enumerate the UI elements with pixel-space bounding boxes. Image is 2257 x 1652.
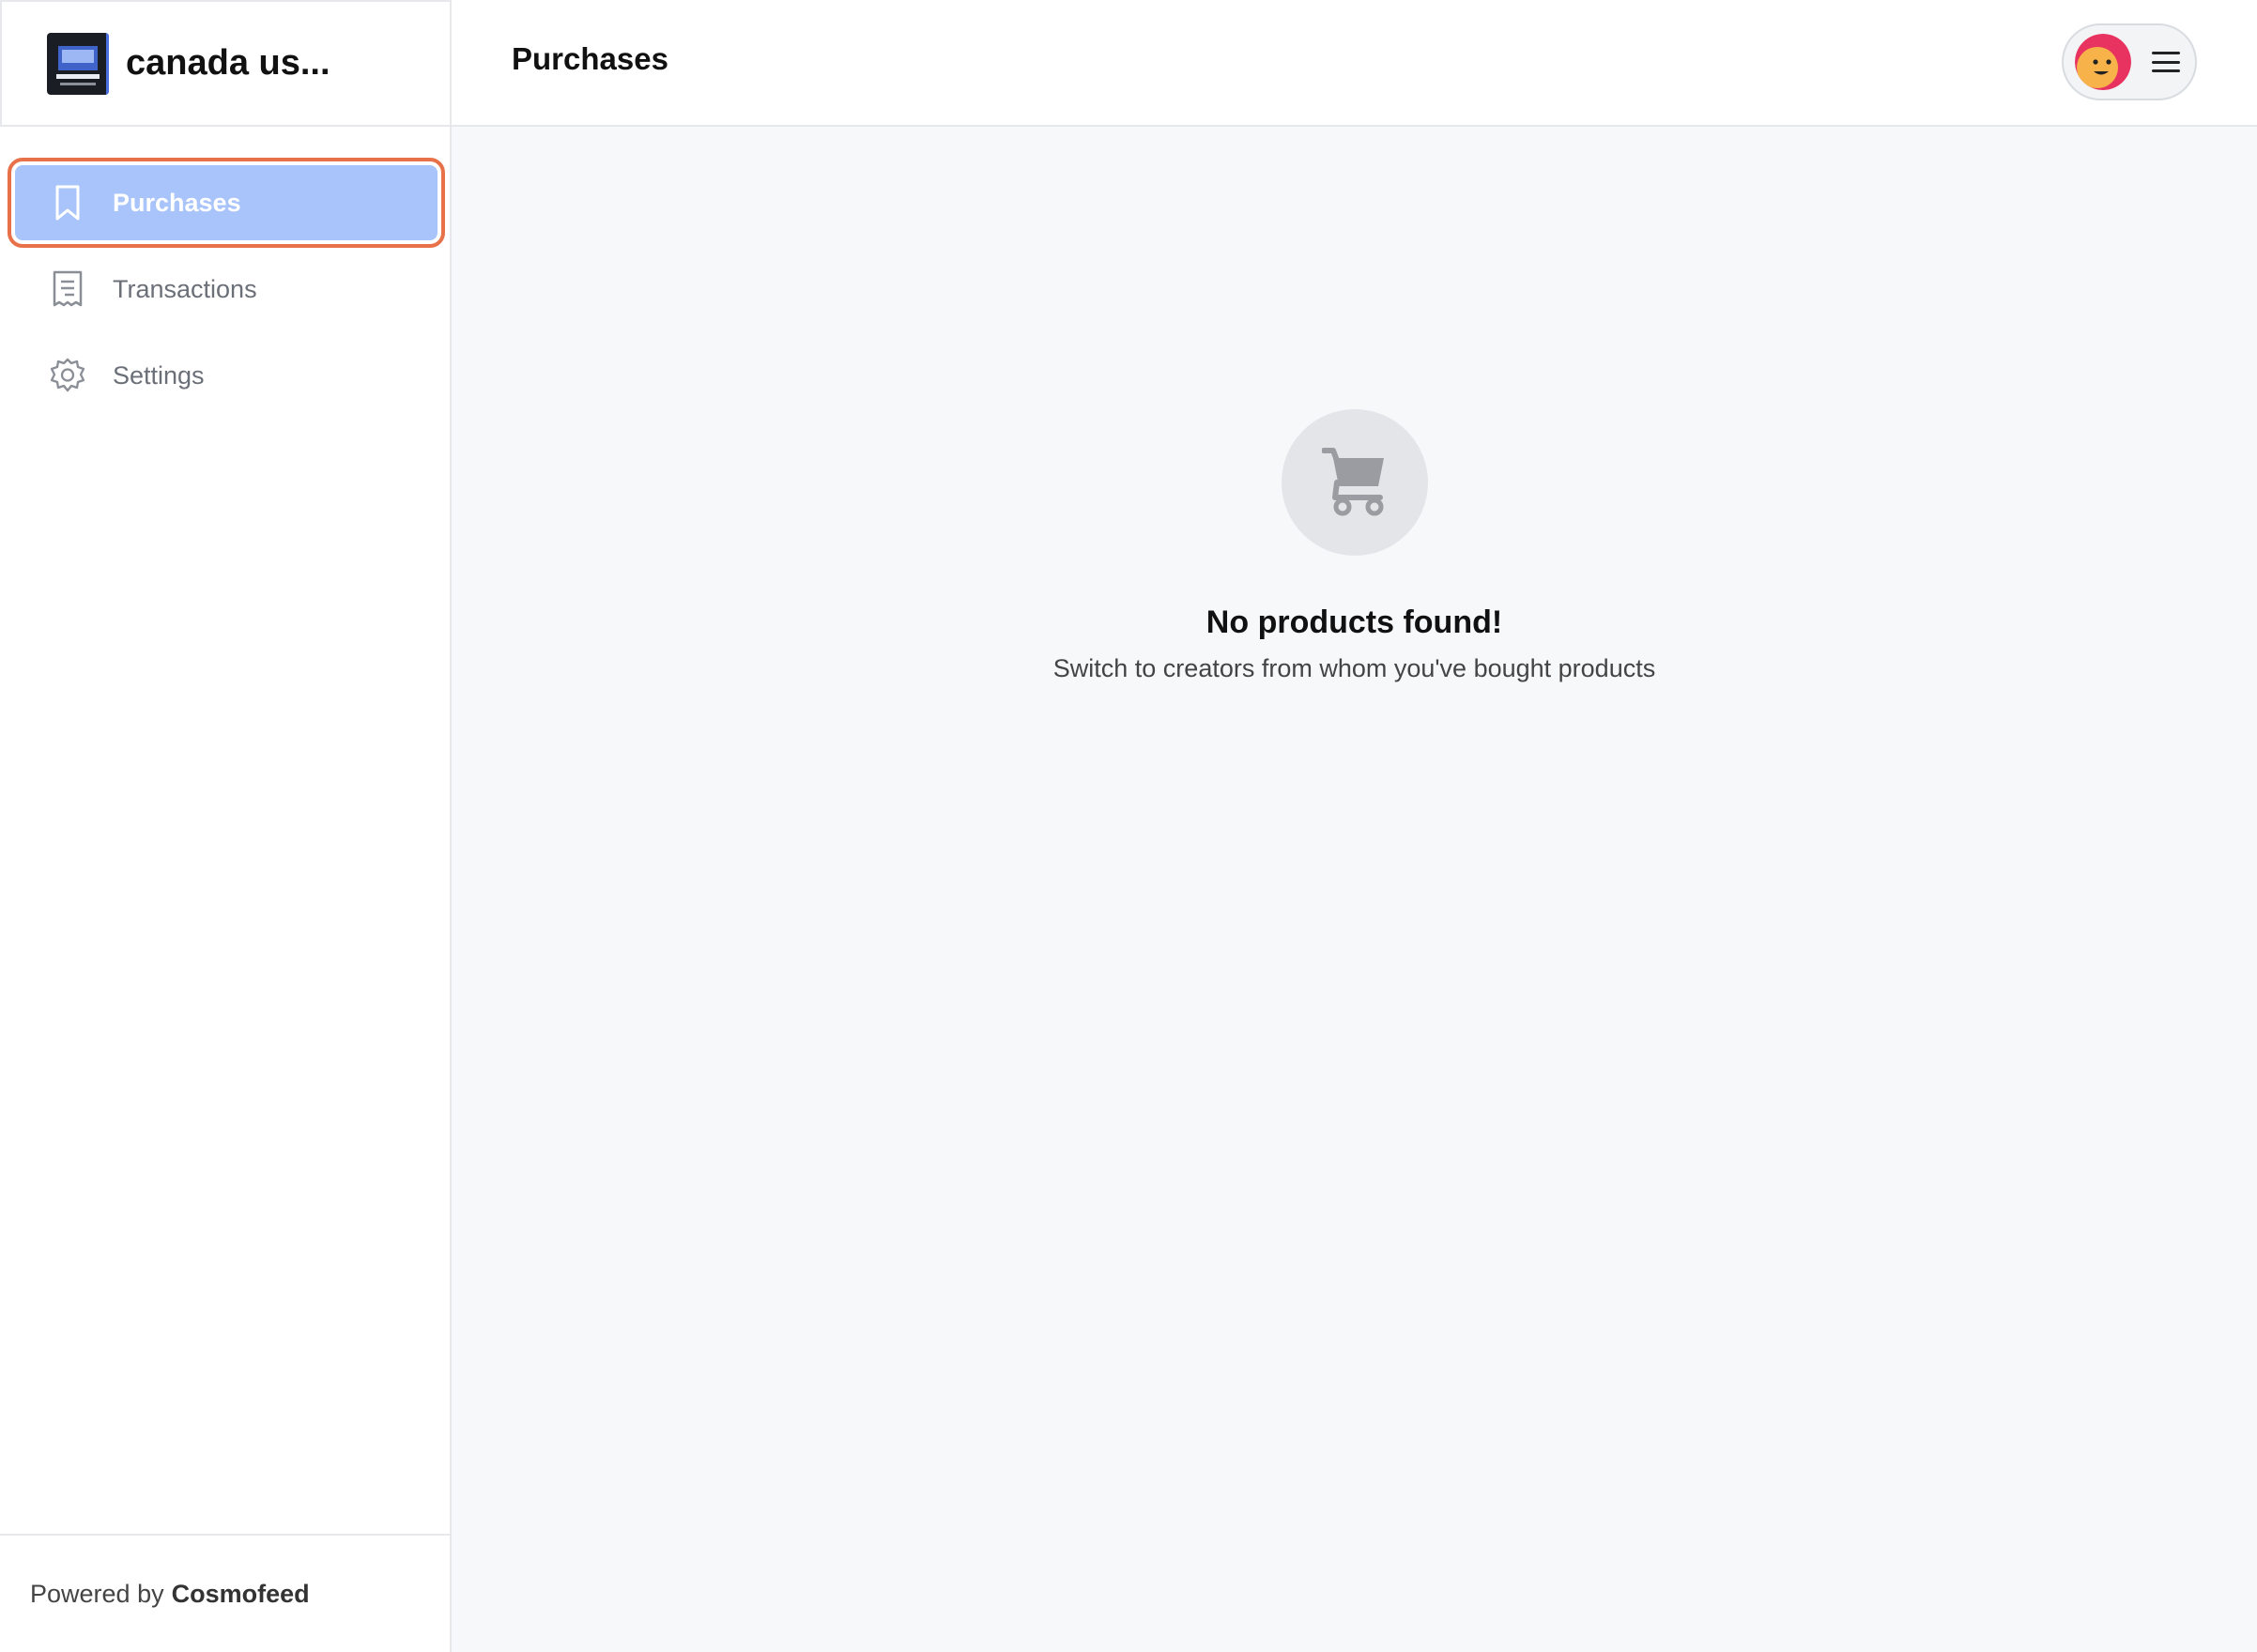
sidebar-item-label: Settings: [113, 360, 205, 390]
sidebar-item-label: Purchases: [113, 188, 241, 217]
user-menu-button[interactable]: [2062, 23, 2197, 100]
sidebar-item-purchases[interactable]: Purchases: [8, 158, 445, 248]
empty-state-title: No products found!: [1205, 604, 1503, 640]
brand-logo: [47, 32, 109, 95]
brand-name: canada us...: [126, 43, 330, 83]
powered-by-prefix: Powered by: [30, 1579, 164, 1608]
powered-by-footer: Powered by Cosmofeed: [0, 1534, 452, 1652]
empty-state-illustration: [1281, 409, 1428, 556]
shopping-cart-icon: [1320, 445, 1388, 521]
top-header: Purchases: [452, 0, 2257, 127]
powered-by-brand[interactable]: Cosmofeed: [172, 1580, 310, 1609]
hamburger-menu-icon: [2152, 52, 2180, 72]
brand-header[interactable]: canada us...: [0, 0, 452, 127]
sidebar: canada us... Purchases Transactions Sett…: [0, 0, 452, 1652]
app-root: canada us... Purchases Transactions Sett…: [0, 0, 2257, 1652]
avatar: [2075, 34, 2131, 90]
receipt-icon: [49, 270, 86, 308]
empty-state-subtitle: Switch to creators from whom you've boug…: [1052, 654, 1656, 682]
empty-state: No products found! Switch to creators fr…: [452, 409, 2257, 683]
sidebar-item-transactions[interactable]: Transactions: [15, 252, 438, 327]
sidebar-item-settings[interactable]: Settings: [15, 338, 438, 413]
page-title: Purchases: [512, 41, 668, 76]
bookmark-icon: [49, 184, 86, 222]
sidebar-item-label: Transactions: [113, 274, 257, 303]
gear-icon: [49, 357, 86, 394]
